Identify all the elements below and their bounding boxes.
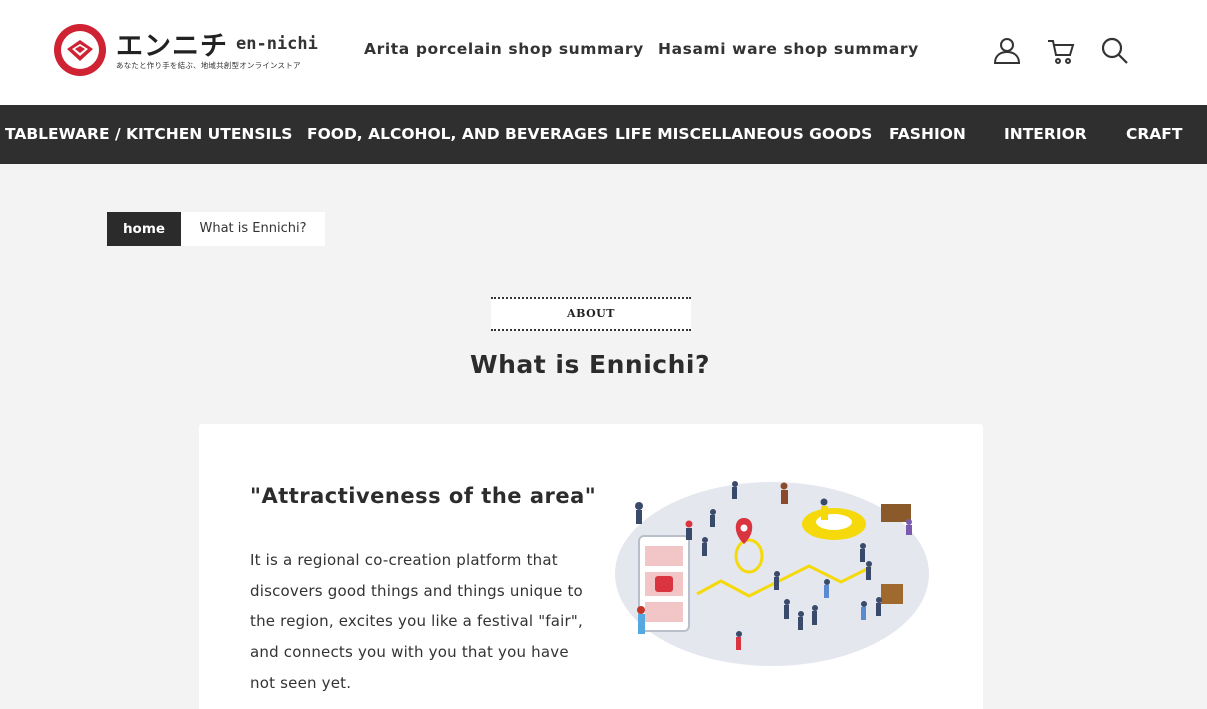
section-label: ABOUT [491, 297, 691, 331]
breadcrumb-current: What is Ennichi? [181, 212, 325, 246]
category-food[interactable]: FOOD, ALCOHOL, AND BEVERAGES [307, 125, 608, 143]
category-interior[interactable]: INTERIOR [1004, 125, 1087, 143]
card-heading: "Attractiveness of the area" [250, 484, 597, 508]
arita-porcelain-link[interactable]: Arita porcelain shop summary [364, 40, 644, 58]
logo-english-text: en-nichi [236, 34, 318, 54]
logo-tagline: あなたと作り手を結ぶ、地域共創型オンラインストア [116, 61, 301, 70]
site-header: エンニチ en-nichi あなたと作り手を結ぶ、地域共創型オンラインストア A… [0, 0, 1207, 105]
hasami-ware-link[interactable]: Hasami ware shop summary [658, 40, 919, 58]
user-icon[interactable] [992, 36, 1022, 66]
category-tableware[interactable]: TABLEWARE / KITCHEN UTENSILS [5, 125, 292, 143]
logo-mark-icon [54, 24, 106, 76]
category-nav: TABLEWARE / KITCHEN UTENSILS FOOD, ALCOH… [0, 105, 1207, 164]
page-title: What is Ennichi? [470, 350, 710, 379]
about-card: "Attractiveness of the area" It is a reg… [199, 424, 983, 709]
breadcrumb-home[interactable]: home [107, 212, 181, 246]
community-illustration [609, 464, 939, 674]
cart-icon[interactable] [1046, 36, 1076, 66]
site-logo[interactable]: エンニチ en-nichi あなたと作り手を結ぶ、地域共創型オンラインストア [54, 22, 324, 78]
category-life-goods[interactable]: LIFE MISCELLANEOUS GOODS [615, 125, 872, 143]
category-fashion[interactable]: FASHION [889, 125, 966, 143]
card-body-text: It is a regional co-creation platform th… [250, 551, 583, 692]
category-craft[interactable]: CRAFT [1126, 125, 1182, 143]
logo-japanese-text: エンニチ [116, 31, 228, 62]
search-icon[interactable] [1100, 36, 1130, 66]
